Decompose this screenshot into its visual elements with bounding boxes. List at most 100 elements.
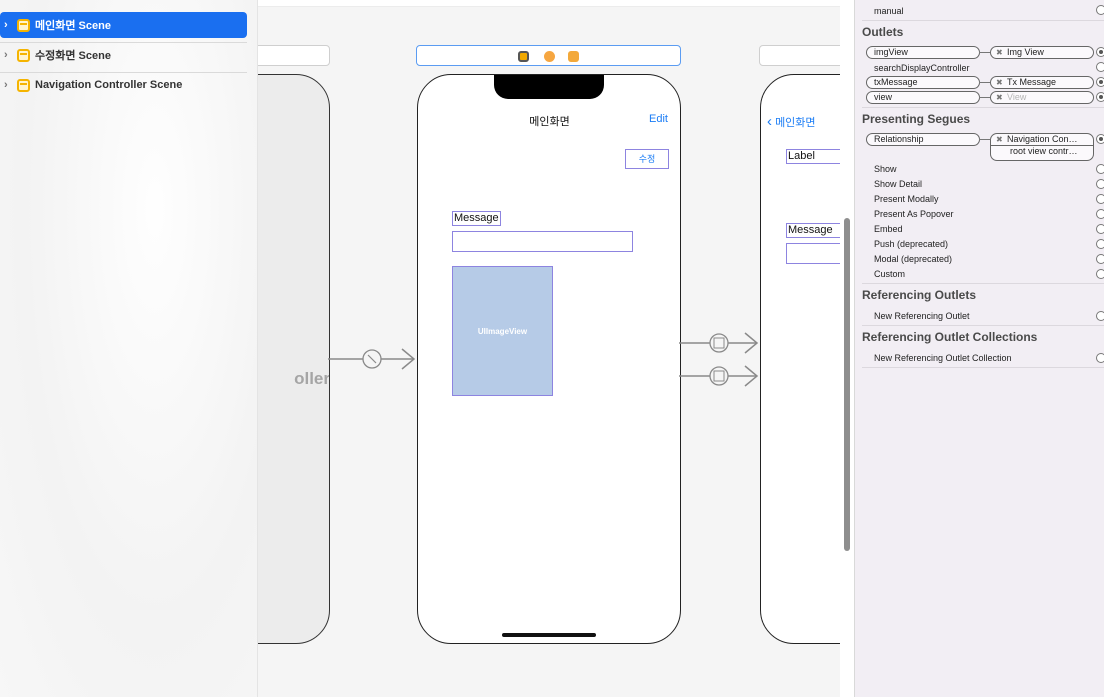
close-icon[interactable]: ✖ xyxy=(996,77,1003,88)
scene-icon xyxy=(17,48,30,62)
segue-relationship-arrow[interactable] xyxy=(328,330,418,390)
outlet-target-imgview[interactable]: ✖ Img View xyxy=(990,46,1094,59)
connection-circle[interactable] xyxy=(1096,92,1104,102)
connection-line xyxy=(979,139,990,140)
message-text-field[interactable] xyxy=(452,231,633,252)
edit-bar-button[interactable]: Edit xyxy=(649,113,668,125)
scene-icon xyxy=(17,78,30,92)
canvas-scrollbar[interactable] xyxy=(844,218,850,551)
chevron-right-icon[interactable]: › xyxy=(4,79,14,91)
view-controller-icon[interactable] xyxy=(518,51,529,62)
relationship-target[interactable]: ✖ Navigation Con… xyxy=(990,133,1094,146)
scene-title-fragment: oller xyxy=(294,369,330,388)
relationship-target-label: Navigation Con… xyxy=(1007,134,1078,144)
image-view[interactable]: UIImageView xyxy=(452,266,553,396)
new-referencing-outlet: New Referencing Outlet xyxy=(874,311,970,321)
connection-circle[interactable] xyxy=(1096,224,1104,234)
modify-button[interactable]: 수정 xyxy=(625,149,669,169)
divider xyxy=(862,107,1104,108)
scene-titlebar-navigation[interactable] xyxy=(258,45,330,66)
connection-circle[interactable] xyxy=(1096,134,1104,144)
scene-titlebar-main[interactable] xyxy=(416,45,681,66)
canvas-top-strip xyxy=(258,0,840,7)
relationship-sub-label: root view contr… xyxy=(1010,146,1078,156)
connection-line xyxy=(979,52,990,53)
referencing-collections-header: Referencing Outlet Collections xyxy=(862,330,1038,344)
message-label[interactable]: Message xyxy=(452,211,501,226)
connections-inspector: manual Outlets imgView ✖ Img View searchD… xyxy=(855,0,1104,697)
home-indicator xyxy=(502,633,596,637)
edit-message-text-field[interactable] xyxy=(786,243,840,264)
edit-message-label[interactable]: Message xyxy=(786,223,840,238)
close-icon[interactable]: ✖ xyxy=(996,92,1003,103)
scene-titlebar-edit[interactable] xyxy=(759,45,840,66)
document-outline: › 메인화면 Scene › 수정화면 Scene › Navigation C… xyxy=(0,0,258,697)
relationship-target-sub[interactable]: root view contr… xyxy=(990,146,1094,161)
connection-circle[interactable] xyxy=(1096,179,1104,189)
outlet-target-label: Tx Message xyxy=(1007,77,1057,87)
connection-circle[interactable] xyxy=(1096,239,1104,249)
connection-circle[interactable] xyxy=(1096,164,1104,174)
chevron-right-icon[interactable]: › xyxy=(4,19,14,31)
segue-custom: Custom xyxy=(874,269,906,279)
scene-label: 수정화면 Scene xyxy=(35,50,111,62)
close-icon[interactable]: ✖ xyxy=(996,47,1003,58)
connection-circle[interactable] xyxy=(1096,254,1104,264)
outlet-target-txmessage[interactable]: ✖ Tx Message xyxy=(990,76,1094,89)
scene-label: 메인화면 Scene xyxy=(35,20,111,32)
connection-circle[interactable] xyxy=(1096,77,1104,87)
connection-circle[interactable] xyxy=(1096,353,1104,363)
relationship-segue[interactable]: Relationship xyxy=(866,133,980,146)
divider xyxy=(862,325,1104,326)
segue-embed: Embed xyxy=(874,224,903,234)
segue-present-modally: Present Modally xyxy=(874,194,939,204)
segue-modal: Modal (deprecated) xyxy=(874,254,953,264)
segue-show-arrows[interactable] xyxy=(679,325,761,395)
outlet-txmessage[interactable]: txMessage xyxy=(866,76,980,89)
outline-scene-edit[interactable]: › 수정화면 Scene xyxy=(0,42,247,68)
manual-item: manual xyxy=(874,6,904,16)
connection-circle[interactable] xyxy=(1096,311,1104,321)
outlet-imgview[interactable]: imgView xyxy=(866,46,980,59)
connection-circle[interactable] xyxy=(1096,194,1104,204)
segue-show: Show xyxy=(874,164,897,174)
scene-icon xyxy=(17,18,30,32)
first-responder-icon[interactable] xyxy=(544,51,555,62)
chevron-right-icon[interactable]: › xyxy=(4,49,14,61)
scene-label: Navigation Controller Scene xyxy=(35,79,183,91)
back-button-label: 메인화면 xyxy=(775,117,816,129)
connection-line xyxy=(979,97,990,98)
close-icon[interactable]: ✖ xyxy=(996,134,1003,145)
scene-main-view[interactable]: 메인화면 Edit 수정 Message UIImageView xyxy=(417,74,681,644)
connection-circle[interactable] xyxy=(1096,47,1104,57)
outlet-target-label: Img View xyxy=(1007,47,1044,57)
connection-circle[interactable] xyxy=(1096,62,1104,72)
edit-label[interactable]: Label xyxy=(786,149,840,164)
new-referencing-outlet-collection: New Referencing Outlet Collection xyxy=(874,353,1012,363)
scene-navigation-controller[interactable]: oller xyxy=(258,74,330,644)
divider xyxy=(862,283,1104,284)
connection-circle[interactable] xyxy=(1096,269,1104,279)
connection-circle[interactable] xyxy=(1096,209,1104,219)
exit-icon[interactable] xyxy=(568,51,579,62)
outlet-target-view[interactable]: ✖ View xyxy=(990,91,1094,104)
presenting-segues-header: Presenting Segues xyxy=(862,112,971,126)
chevron-left-icon: ‹ xyxy=(767,113,772,130)
outlet-target-label: View xyxy=(1007,92,1027,102)
back-button[interactable]: ‹ 메인화면 xyxy=(767,113,816,130)
connection-line xyxy=(979,82,990,83)
connection-circle[interactable] xyxy=(1096,5,1104,15)
outline-scene-main[interactable]: › 메인화면 Scene xyxy=(0,12,247,38)
image-view-label: UIImageView xyxy=(477,326,528,336)
outline-scene-navigation[interactable]: › Navigation Controller Scene xyxy=(0,72,247,98)
storyboard-canvas[interactable]: oller 메인화면 Edit 수정 Message UIImageView ‹… xyxy=(258,0,840,697)
device-notch xyxy=(494,75,604,99)
outlets-header: Outlets xyxy=(862,25,904,39)
divider xyxy=(862,367,1104,368)
navigation-title: 메인화면 xyxy=(529,116,570,128)
referencing-outlets-header: Referencing Outlets xyxy=(862,288,977,302)
scene-edit-view[interactable]: ‹ 메인화면 Label Message xyxy=(760,74,840,644)
outline-background xyxy=(0,0,257,697)
outlet-view[interactable]: view xyxy=(866,91,980,104)
segue-push: Push (deprecated) xyxy=(874,239,949,249)
